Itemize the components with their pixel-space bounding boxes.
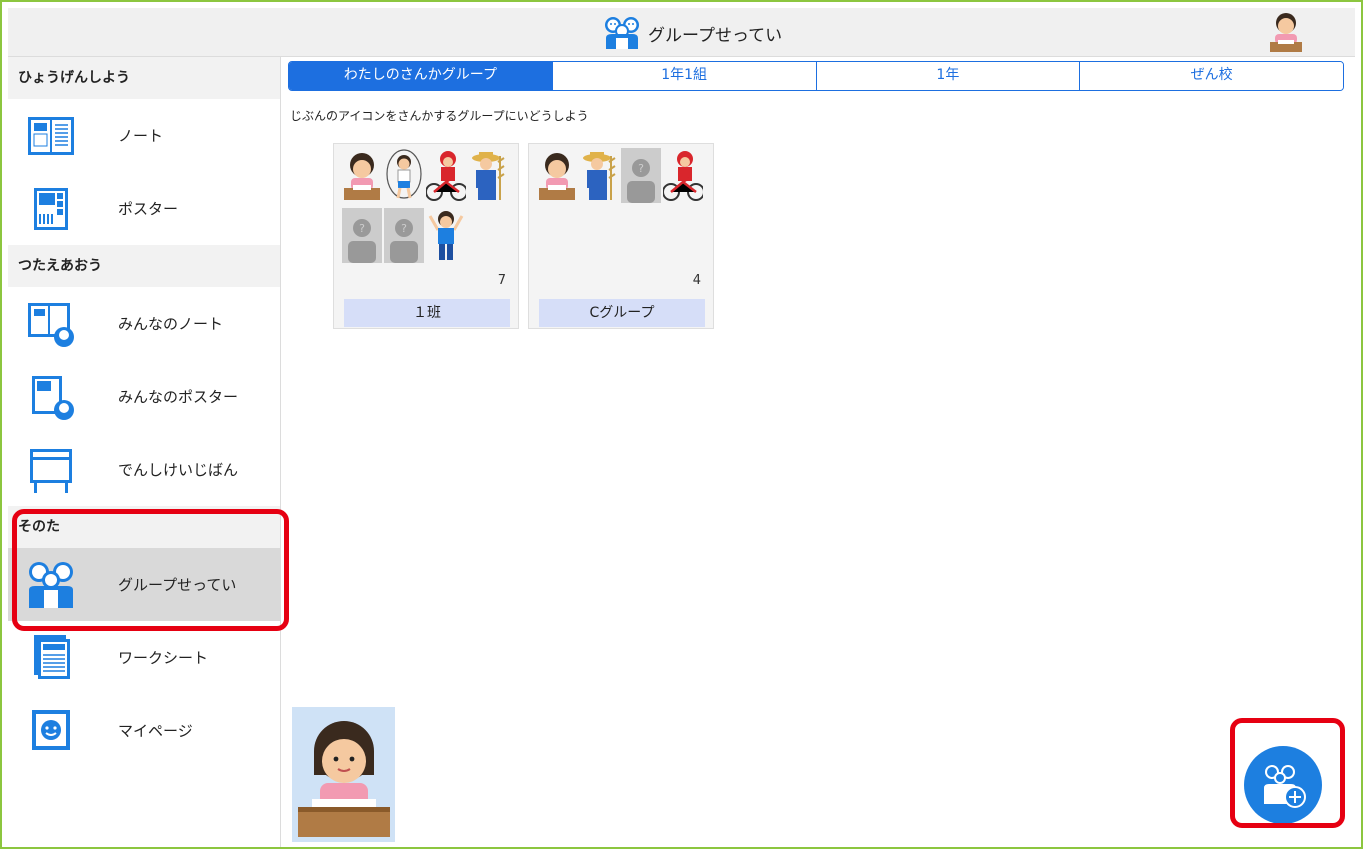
page-title-text: グループせってい xyxy=(648,25,783,46)
note-icon xyxy=(28,117,74,155)
member-count: 7 xyxy=(497,273,506,288)
shared-poster-icon xyxy=(32,376,74,420)
main-panel: わたしのさんかグループ 1年1組 1年 ぜん校 じぶんのアイコンをさんかするグル… xyxy=(281,57,1355,847)
sidebar-item-note[interactable]: ノート xyxy=(8,99,280,172)
sidebar-item-label: ワークシート xyxy=(118,649,209,667)
sidebar: ひょうげんしよう ノート ポスター つたえあおう みんなのノート みんなのポスタ… xyxy=(8,57,281,847)
sidebar-item-bulletin-board[interactable]: でんしけいじばん xyxy=(8,433,280,506)
worksheet-icon xyxy=(34,635,70,679)
group-card[interactable]: ? 4 Cグループ xyxy=(528,143,714,329)
tab-my-groups[interactable]: わたしのさんかグループ xyxy=(289,62,552,90)
sidebar-item-shared-note[interactable]: みんなのノート xyxy=(8,287,280,360)
svg-text:?: ? xyxy=(401,222,407,235)
shared-note-icon xyxy=(28,303,74,347)
sidebar-item-label: でんしけいじばん xyxy=(118,461,239,479)
student-writing-avatar xyxy=(344,153,380,200)
group-icon xyxy=(605,17,639,49)
group-name: Cグループ xyxy=(539,299,705,327)
mypage-icon xyxy=(32,710,70,750)
tab-school[interactable]: ぜん校 xyxy=(1079,62,1343,90)
svg-text:?: ? xyxy=(638,162,644,175)
farmer-avatar xyxy=(472,152,505,200)
highlight-box-fab xyxy=(1230,718,1345,828)
sidebar-item-label: ポスター xyxy=(118,200,179,218)
svg-text:?: ? xyxy=(359,222,365,235)
highlight-box-sidebar xyxy=(12,509,289,631)
student-avatar-icon[interactable] xyxy=(1266,10,1306,54)
unknown-user-avatar: ? xyxy=(342,208,382,263)
bulletin-board-icon xyxy=(30,449,72,493)
instruction-text: じぶんのアイコンをさんかするグループにいどうしよう xyxy=(290,109,589,123)
section-header: ひょうげんしよう xyxy=(8,57,280,99)
unknown-user-avatar: ? xyxy=(621,148,661,203)
cyclist-avatar xyxy=(426,151,466,201)
page-title: グループせってい xyxy=(602,16,782,50)
sidebar-item-shared-poster[interactable]: みんなのポスター xyxy=(8,360,280,433)
my-avatar[interactable] xyxy=(292,707,395,842)
farmer-avatar xyxy=(583,152,616,200)
sidebar-item-label: マイページ xyxy=(118,722,193,740)
scope-tabs: わたしのさんかグループ 1年1組 1年 ぜん校 xyxy=(288,61,1344,91)
member-count: 4 xyxy=(692,273,701,288)
header-bar: グループせってい xyxy=(8,8,1355,57)
tab-class[interactable]: 1年1組 xyxy=(551,62,816,90)
tab-grade[interactable]: 1年 xyxy=(815,62,1080,90)
sidebar-item-label: みんなのノート xyxy=(118,315,224,333)
sidebar-item-label: みんなのポスター xyxy=(118,388,239,406)
jump-rope-avatar xyxy=(386,149,422,199)
cyclist-avatar xyxy=(663,151,703,201)
poster-icon xyxy=(34,188,68,230)
sidebar-item-poster[interactable]: ポスター xyxy=(8,172,280,245)
sidebar-item-mypage[interactable]: マイページ xyxy=(8,694,280,767)
group-name: １班 xyxy=(344,299,510,327)
sidebar-item-worksheet[interactable]: ワークシート xyxy=(8,621,280,694)
section-header: つたえあおう xyxy=(8,245,280,287)
student-writing-avatar xyxy=(539,153,575,200)
group-card[interactable]: ? ? 7 １班 xyxy=(333,143,519,329)
cheering-boy-avatar xyxy=(428,211,464,260)
unknown-user-avatar: ? xyxy=(384,208,424,263)
sidebar-item-label: ノート xyxy=(118,127,164,145)
